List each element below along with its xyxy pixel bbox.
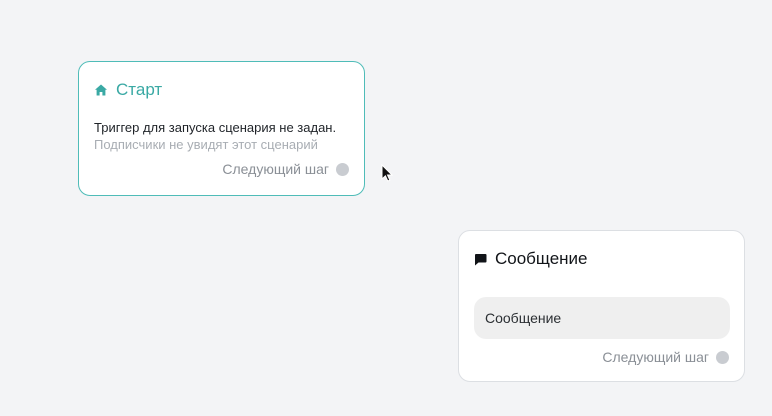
next-step-port[interactable] bbox=[336, 162, 349, 176]
start-node[interactable]: Старт Триггер для запуска сценария не за… bbox=[78, 61, 365, 196]
arrow-cursor-icon bbox=[381, 163, 394, 182]
message-node-header: Сообщение bbox=[474, 249, 588, 269]
message-node-next-step: Следующий шаг bbox=[602, 349, 729, 365]
next-step-label: Следующий шаг bbox=[222, 161, 329, 177]
chat-bubble-icon bbox=[474, 253, 487, 266]
message-node[interactable]: Сообщение Сообщение Следующий шаг bbox=[458, 230, 745, 382]
next-step-label: Следующий шаг bbox=[602, 349, 709, 365]
start-node-next-step: Следующий шаг bbox=[222, 161, 349, 177]
start-node-header: Старт bbox=[94, 80, 162, 100]
home-icon bbox=[94, 83, 108, 97]
next-step-port[interactable] bbox=[716, 350, 729, 364]
start-node-description: Триггер для запуска сценария не задан. bbox=[94, 120, 337, 135]
message-content-box[interactable]: Сообщение bbox=[474, 297, 730, 339]
start-node-title: Старт bbox=[116, 80, 163, 99]
message-node-title: Сообщение bbox=[495, 249, 588, 268]
start-node-subdescription: Подписчики не увидят этот сценарий bbox=[94, 137, 318, 152]
flow-canvas[interactable]: Старт Триггер для запуска сценария не за… bbox=[0, 0, 772, 416]
